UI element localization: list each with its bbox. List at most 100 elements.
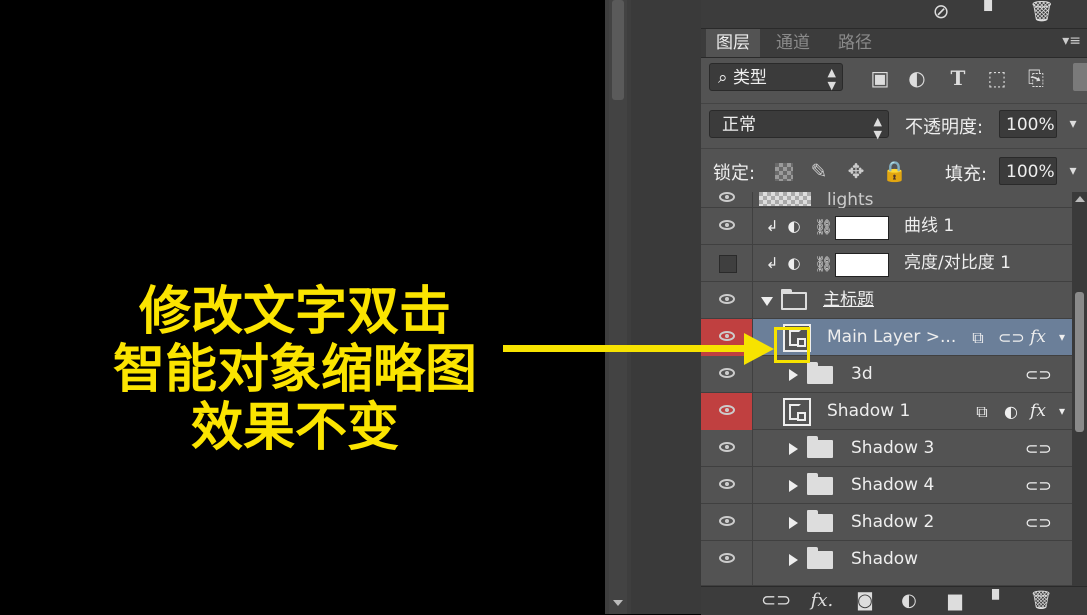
canvas-vertical-scrollbar[interactable] bbox=[605, 0, 631, 614]
new-group-icon[interactable]: ▆ bbox=[941, 587, 969, 615]
layer-name[interactable]: Main Layer >... bbox=[827, 319, 956, 356]
smart-object-filter-icon[interactable]: ⎘ bbox=[1023, 65, 1049, 91]
lock-label: 锁定: bbox=[713, 163, 756, 184]
eye-icon[interactable] bbox=[719, 479, 735, 489]
new-adjustment-icon[interactable]: ◐ bbox=[895, 587, 923, 615]
eye-icon[interactable] bbox=[719, 294, 735, 304]
link-layers-icon[interactable]: ⊂⊃ bbox=[761, 587, 791, 615]
eye-icon[interactable] bbox=[719, 220, 735, 230]
new-layer-icon[interactable]: ▘ bbox=[985, 587, 1013, 615]
adjustment-layer-icon[interactable]: ◐ bbox=[785, 217, 803, 235]
opacity-field[interactable]: 100% bbox=[999, 110, 1057, 138]
expand-triangle-icon[interactable] bbox=[789, 480, 798, 492]
layer-name[interactable]: Shadow 2 bbox=[851, 504, 934, 541]
layer-name[interactable]: Shadow bbox=[851, 541, 918, 578]
tab-layers[interactable]: 图层 bbox=[706, 29, 760, 57]
layer-row-shadow-1[interactable]: Shadow 1 ⧉ ◐ fx ▾ bbox=[701, 393, 1073, 430]
expand-triangle-icon[interactable] bbox=[789, 554, 798, 566]
eye-icon[interactable] bbox=[719, 516, 735, 526]
layer-row-curves[interactable]: ↲ ◐ ⛓ 曲线 1 bbox=[701, 208, 1073, 245]
fx-icon[interactable]: fx. bbox=[805, 587, 839, 615]
expand-triangle-icon[interactable] bbox=[789, 517, 798, 529]
visibility-toggle[interactable] bbox=[701, 504, 753, 541]
filter-row: ⌕ 类型 ▲ ▼ ▣ ◐ T ⬚ ⎘ bbox=[701, 57, 1087, 99]
add-mask-icon[interactable]: ◙ bbox=[851, 587, 879, 615]
eye-icon[interactable] bbox=[719, 331, 735, 341]
filter-kind-select[interactable]: ⌕ 类型 ▲ ▼ bbox=[709, 63, 843, 92]
adjustment-layer-icon[interactable]: ◐ bbox=[785, 254, 803, 272]
visibility-toggle[interactable] bbox=[701, 467, 753, 504]
filter-toggle-switch[interactable] bbox=[1073, 63, 1087, 91]
layer-name[interactable]: Shadow 3 bbox=[851, 430, 934, 467]
lock-position-icon[interactable]: ✥ bbox=[844, 159, 868, 183]
trash-icon[interactable]: 🗑 bbox=[1029, 0, 1054, 22]
lock-image-pixels-icon[interactable]: ✎ bbox=[807, 159, 831, 183]
layers-scrollbar[interactable] bbox=[1072, 192, 1087, 586]
layer-mask-thumbnail[interactable] bbox=[835, 216, 889, 240]
visibility-toggle[interactable] bbox=[701, 282, 753, 319]
layer-name[interactable]: 亮度/对比度 1 bbox=[904, 245, 1011, 282]
layer-mask-thumbnail[interactable] bbox=[835, 253, 889, 277]
annotation-arrow-head-icon bbox=[744, 333, 774, 365]
visibility-toggle[interactable] bbox=[701, 208, 753, 245]
lock-all-icon[interactable]: 🔒 bbox=[882, 159, 907, 183]
panel-menu-icon[interactable]: ▾≡ bbox=[1062, 29, 1081, 53]
scroll-up-arrow-icon[interactable] bbox=[1075, 196, 1085, 202]
layer-name[interactable]: Shadow 1 bbox=[827, 393, 910, 430]
type-filter-icon[interactable]: T bbox=[945, 65, 971, 91]
visibility-toggle[interactable] bbox=[701, 245, 753, 282]
eye-icon[interactable] bbox=[719, 442, 735, 452]
expand-effects-icon[interactable]: ▾ bbox=[1051, 319, 1073, 356]
expand-effects-icon[interactable]: ▾ bbox=[1051, 393, 1073, 430]
fill-dropdown-icon[interactable]: ▾ bbox=[1063, 157, 1083, 185]
layer-thumbnail[interactable] bbox=[759, 192, 811, 206]
expand-triangle-icon[interactable] bbox=[789, 443, 798, 455]
shape-filter-icon[interactable]: ⬚ bbox=[984, 65, 1010, 91]
eye-icon[interactable] bbox=[719, 192, 735, 202]
scrollbar-thumb[interactable] bbox=[1075, 292, 1084, 432]
expand-triangle-icon[interactable] bbox=[789, 369, 798, 381]
blend-mode-value: 正常 bbox=[722, 115, 756, 135]
chain-link-icon[interactable]: ⛓ bbox=[814, 254, 833, 274]
tab-paths[interactable]: 路径 bbox=[828, 29, 882, 57]
visibility-toggle[interactable] bbox=[701, 393, 753, 430]
fx-icon[interactable]: fx bbox=[1027, 319, 1049, 356]
eye-icon[interactable] bbox=[719, 553, 735, 563]
layer-row-shadow-2-group[interactable]: Shadow 2 ⊂⊃ bbox=[701, 504, 1073, 541]
layer-name[interactable]: 曲线 1 bbox=[904, 208, 954, 245]
image-filter-icon[interactable]: ▣ bbox=[867, 65, 893, 91]
fx-icon[interactable]: fx bbox=[1027, 393, 1049, 430]
layer-row-brightness-contrast[interactable]: ↲ ◐ ⛓ 亮度/对比度 1 bbox=[701, 245, 1073, 282]
layer-row-shadow-3-group[interactable]: Shadow 3 ⊂⊃ bbox=[701, 430, 1073, 467]
scrollbar-thumb[interactable] bbox=[612, 0, 624, 100]
blend-mode-select[interactable]: 正常 ▲ ▼ bbox=[709, 110, 889, 141]
scroll-down-arrow-icon[interactable] bbox=[613, 600, 623, 606]
tab-channels[interactable]: 通道 bbox=[766, 29, 820, 57]
layer-name[interactable]: 3d bbox=[851, 356, 873, 393]
visibility-toggle[interactable] bbox=[701, 192, 753, 208]
lock-transparent-pixels-icon[interactable] bbox=[775, 163, 793, 181]
hidden-visibility-box[interactable] bbox=[719, 255, 737, 273]
layer-name[interactable]: 主标题 bbox=[823, 282, 874, 319]
layer-name[interactable]: Shadow 4 bbox=[851, 467, 934, 504]
layer-row-main-title-group[interactable]: 主标题 bbox=[701, 282, 1073, 319]
smart-object-thumbnail-icon[interactable] bbox=[783, 398, 811, 426]
layers-panel: ⊘ ▘ 🗑 图层 通道 路径 ▾≡ ⌕ 类型 ▲ ▼ ▣ ◐ T ⬚ ⎘ 正常 ▲… bbox=[701, 0, 1087, 615]
eye-icon[interactable] bbox=[719, 368, 735, 378]
opacity-dropdown-icon[interactable]: ▾ bbox=[1063, 110, 1083, 138]
annotation-line: 效果不变 bbox=[190, 398, 399, 458]
layer-row-shadow-4-group[interactable]: Shadow 4 ⊂⊃ bbox=[701, 467, 1073, 504]
layer-row-lights[interactable]: lights bbox=[701, 192, 1073, 210]
visibility-toggle[interactable] bbox=[701, 541, 753, 586]
trash-icon[interactable]: 🗑 bbox=[1027, 587, 1055, 615]
fill-field[interactable]: 100% bbox=[999, 157, 1057, 185]
visibility-toggle[interactable] bbox=[701, 430, 753, 467]
adjustment-filter-icon[interactable]: ◐ bbox=[904, 65, 930, 91]
eye-icon[interactable] bbox=[719, 405, 735, 415]
collapse-triangle-icon[interactable] bbox=[761, 297, 773, 306]
new-layer-icon[interactable]: ▘ bbox=[980, 0, 1004, 22]
stepper-icon: ▲ ▼ bbox=[873, 115, 882, 141]
layer-row-shadow-group[interactable]: Shadow bbox=[701, 541, 1073, 586]
chain-link-icon[interactable]: ⛓ bbox=[814, 217, 833, 237]
no-entry-icon[interactable]: ⊘ bbox=[929, 0, 953, 22]
